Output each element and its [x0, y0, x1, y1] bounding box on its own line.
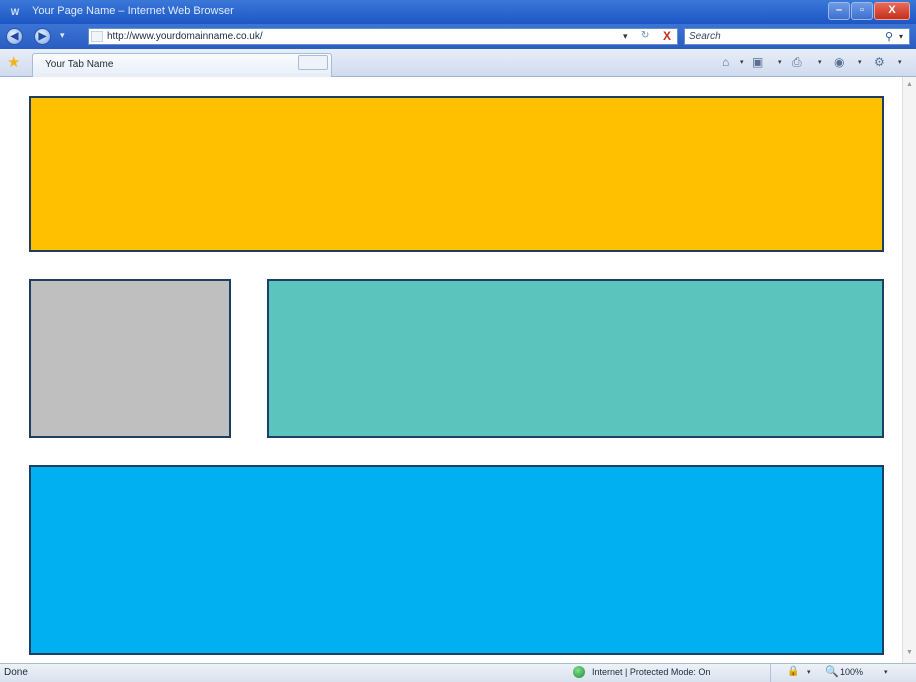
back-button[interactable]: ◀ — [6, 28, 23, 45]
page-dropdown-icon[interactable]: ▾ — [858, 58, 862, 66]
forward-button[interactable]: ▶ — [34, 28, 51, 45]
address-url[interactable]: http://www.yourdomainname.co.uk/ — [107, 31, 263, 42]
lock-dropdown-icon[interactable]: ▾ — [807, 668, 811, 676]
main-content-block — [267, 279, 884, 438]
zoom-level[interactable]: 100% — [840, 667, 863, 677]
zoom-dropdown-icon[interactable]: ▾ — [884, 668, 888, 676]
browser-app-icon[interactable]: W — [8, 5, 22, 19]
tools-dropdown-icon[interactable]: ▾ — [898, 58, 902, 66]
window-title: Your Page Name – Internet Web Browser — [32, 5, 234, 17]
favorites-star-icon[interactable]: ★ — [7, 53, 20, 71]
address-bar[interactable]: http://www.yourdomainname.co.uk/ ▾ ↻ X — [88, 28, 678, 45]
status-text: Done — [4, 667, 28, 678]
feeds-dropdown-icon[interactable]: ▾ — [778, 58, 782, 66]
page-menu-icon[interactable]: ◉ — [834, 55, 844, 69]
vertical-scrollbar[interactable]: ▲ ▼ — [902, 77, 916, 663]
status-bar: Done Internet | Protected Mode: On 🔒 ▾ 🔍… — [0, 663, 916, 682]
page-icon — [91, 31, 103, 42]
address-dropdown-icon[interactable]: ▾ — [623, 31, 628, 42]
tools-gear-icon[interactable]: ⚙ — [874, 55, 885, 69]
search-placeholder: Search — [689, 31, 721, 42]
status-divider — [770, 664, 771, 682]
print-icon[interactable]: ⎙ — [792, 55, 802, 70]
scroll-down-icon[interactable]: ▼ — [906, 649, 913, 656]
security-zone-text[interactable]: Internet | Protected Mode: On — [592, 667, 710, 677]
print-dropdown-icon[interactable]: ▾ — [818, 58, 822, 66]
zoom-icon[interactable]: 🔍 — [825, 665, 839, 678]
search-input[interactable]: Search ⚲ ▾ — [684, 28, 910, 45]
internet-zone-icon — [573, 666, 585, 678]
tab-label: Your Tab Name — [45, 59, 114, 70]
close-button[interactable]: X — [874, 2, 910, 20]
maximize-button[interactable]: ▫ — [851, 2, 873, 20]
home-icon[interactable]: ⌂ — [722, 55, 729, 69]
lock-icon[interactable]: 🔒 — [787, 666, 799, 677]
sidebar-block — [29, 279, 231, 438]
refresh-icon[interactable]: ↻ — [641, 30, 649, 41]
minimize-button[interactable]: – — [828, 2, 850, 20]
tab-active[interactable]: Your Tab Name — [32, 53, 332, 77]
recent-pages-dropdown-icon[interactable]: ▾ — [60, 30, 65, 41]
search-dropdown-icon[interactable]: ▾ — [899, 32, 903, 41]
home-dropdown-icon[interactable]: ▾ — [740, 58, 744, 66]
feeds-icon[interactable]: ▣ — [752, 55, 763, 69]
title-bar: W Your Page Name – Internet Web Browser … — [0, 0, 916, 24]
tab-bar: ★ Your Tab Name ⌂ ▾ ▣ ▾ ⎙ ▾ ◉ ▾ ⚙ ▾ — [0, 49, 916, 77]
page-content — [0, 77, 902, 663]
navigation-bar: ◀ ▶ ▾ http://www.yourdomainname.co.uk/ ▾… — [0, 24, 916, 49]
footer-block — [29, 465, 884, 655]
new-tab-button[interactable] — [298, 55, 328, 70]
scroll-up-icon[interactable]: ▲ — [906, 81, 913, 88]
stop-icon[interactable]: X — [663, 29, 671, 43]
search-icon[interactable]: ⚲ — [885, 30, 893, 43]
header-block — [29, 96, 884, 252]
